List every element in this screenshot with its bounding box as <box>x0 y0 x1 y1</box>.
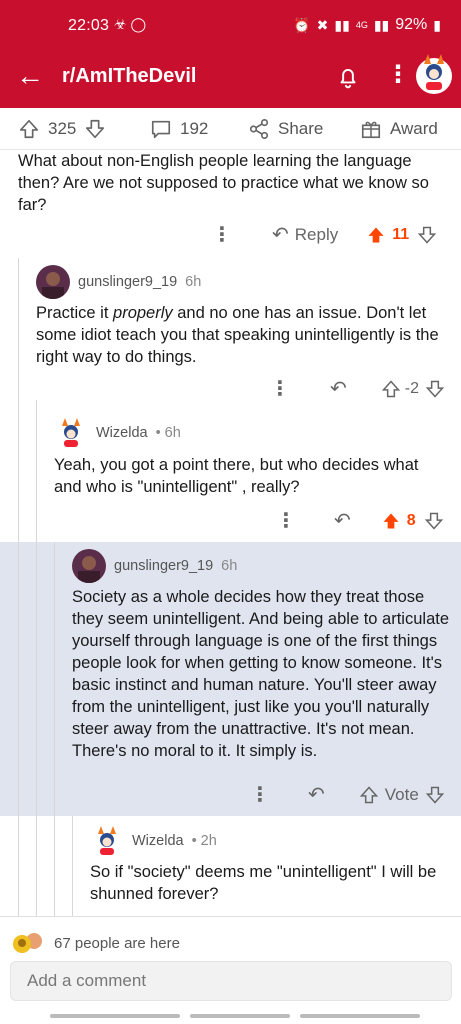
comment-actions: ⋮ ↶ Reply 11 <box>212 222 452 247</box>
comment-body: What about non-English people learning t… <box>18 152 429 214</box>
author-name[interactable]: gunslinger9_19 <box>78 274 177 290</box>
reply-icon[interactable]: ↶ <box>272 222 289 247</box>
people-avatars-icon <box>13 933 42 953</box>
comment-time: 6h <box>185 274 202 290</box>
mute-icon: ✖ <box>316 16 329 33</box>
reply-button[interactable]: Reply <box>295 225 338 245</box>
nav-gesture-bar <box>50 1014 180 1018</box>
thread-line <box>18 258 19 916</box>
avatar[interactable] <box>54 416 88 450</box>
post-action-bar: 325 192 Share Award <box>0 108 461 150</box>
comment-body: Society as a whole decides how they trea… <box>72 588 450 760</box>
back-arrow-icon[interactable]: ← <box>16 62 44 90</box>
more-options-icon[interactable]: ⋮ <box>212 222 232 247</box>
share-button[interactable]: Share <box>248 118 323 140</box>
reply-icon[interactable]: ↶ <box>334 508 351 533</box>
comment-time: 6h <box>164 425 181 441</box>
subreddit-title[interactable]: r/AmITheDevil <box>62 65 196 88</box>
author-name[interactable]: Wizelda <box>132 833 184 849</box>
presence-indicator: 67 people are here <box>10 931 180 955</box>
comment-body: Practice it properly and no one has an i… <box>36 304 439 366</box>
comment-actions: ⋮ ↶ -2 <box>270 376 450 401</box>
nav-gesture-bar <box>300 1014 420 1018</box>
status-time: 22:03 <box>68 17 110 34</box>
app-bar: ← r/AmITheDevil ⋮ <box>0 52 461 108</box>
comment-time: 2h <box>200 833 217 849</box>
battery-level: 92% <box>395 16 428 33</box>
author-name[interactable]: Wizelda <box>96 425 148 441</box>
status-right: ⏰ ✖ ▮▮ 4G ▮▮ 92% ▮ <box>293 16 441 34</box>
downvote-icon[interactable] <box>425 785 445 805</box>
thread-line <box>72 816 73 916</box>
network-label: 4G <box>355 20 368 30</box>
upvote-icon[interactable] <box>381 511 401 531</box>
battery-icon: ▮ <box>433 16 441 33</box>
avatar[interactable] <box>72 549 106 583</box>
signal-icon: ▮▮ <box>334 16 350 33</box>
downvote-icon[interactable] <box>417 225 437 245</box>
comment-score: 8 <box>406 511 416 529</box>
more-options-icon[interactable]: ⋮ <box>250 782 270 807</box>
nav-gesture-bar <box>190 1014 290 1018</box>
notification-icons: ☣ ◯ <box>114 16 147 32</box>
more-options-icon[interactable]: ⋮ <box>386 60 410 89</box>
comment-actions: ⋮ ↶ Vote <box>250 782 450 807</box>
author-name[interactable]: gunslinger9_19 <box>114 558 213 574</box>
comment-author: gunslinger9_19 6h <box>72 549 237 583</box>
bell-icon[interactable] <box>335 64 361 90</box>
vote-group: 325 <box>18 118 106 140</box>
more-options-icon[interactable]: ⋮ <box>276 508 296 533</box>
comment-score: -2 <box>404 379 419 397</box>
upvote-count: 325 <box>48 119 77 138</box>
award-icon <box>361 121 381 139</box>
comments-button[interactable]: 192 <box>150 118 208 140</box>
alarm-icon: ⏰ <box>293 16 311 33</box>
thread-line <box>54 542 55 916</box>
status-bar: 22:03 ☣ ◯ ⏰ ✖ ▮▮ 4G ▮▮ 92% ▮ <box>0 0 461 52</box>
upvote-icon[interactable] <box>381 379 401 399</box>
comment-author: gunslinger9_19 6h <box>36 265 201 299</box>
share-label: Share <box>278 119 324 138</box>
presence-count: 67 people are here <box>54 934 180 952</box>
comment-actions: ⋮ ↶ 8 <box>276 508 456 533</box>
bottom-bar: 67 people are here Add a comment <box>0 916 461 1024</box>
reply-icon[interactable]: ↶ <box>330 376 347 401</box>
comment-body: Yeah, you got a point there, but who dec… <box>54 456 419 496</box>
comment-count: 192 <box>180 119 209 138</box>
downvote-icon[interactable] <box>425 379 445 399</box>
comment-body: So if "society" deems me "unintelligent"… <box>90 863 437 903</box>
add-comment-input[interactable]: Add a comment <box>10 961 452 1001</box>
downvote-icon[interactable] <box>424 511 444 531</box>
comment-thread: What about non-English people learning t… <box>0 150 461 916</box>
comment-author: Wizelda • 2h <box>90 824 217 858</box>
comment-score: 11 <box>392 225 410 243</box>
user-avatar-icon[interactable] <box>414 52 454 96</box>
more-options-icon[interactable]: ⋮ <box>270 376 290 401</box>
downvote-icon[interactable] <box>84 118 106 140</box>
award-button[interactable]: Award <box>360 118 438 140</box>
comment-author: Wizelda • 6h <box>54 416 181 450</box>
comment-icon <box>151 120 171 139</box>
upvote-icon[interactable] <box>359 785 379 805</box>
signal-icon-2: ▮▮ <box>373 16 390 33</box>
upvote-icon[interactable] <box>18 118 40 140</box>
avatar[interactable] <box>36 265 70 299</box>
comment-time: 6h <box>221 558 238 574</box>
thread-line <box>36 400 37 916</box>
share-icon <box>249 119 269 139</box>
vote-label: Vote <box>384 784 419 804</box>
avatar[interactable] <box>90 824 124 858</box>
upvote-icon[interactable] <box>366 225 386 245</box>
reply-icon[interactable]: ↶ <box>308 782 325 807</box>
award-label: Award <box>390 119 438 138</box>
